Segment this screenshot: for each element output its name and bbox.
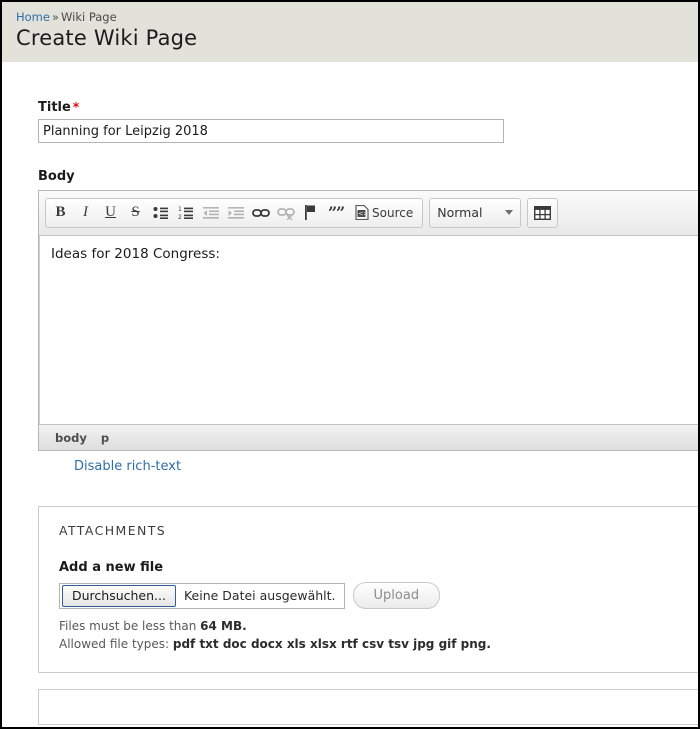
attachments-fieldset: ATTACHMENTS Add a new file Durchsuchen..… — [38, 506, 698, 673]
file-size-help: Files must be less than 64 MB. — [59, 618, 698, 635]
editor-element-path: body p — [39, 424, 698, 450]
italic-button[interactable]: I — [73, 200, 98, 226]
file-types-help-value: pdf txt doc docx xls xlsx rtf csv tsv jp… — [172, 637, 491, 652]
outdent-icon — [202, 206, 219, 219]
paragraph-format-value: Normal — [437, 205, 483, 220]
rich-text-editor: B I U S 1 2 ” <> Source Normal Ideas for… — [38, 190, 698, 451]
chevron-down-icon — [505, 210, 514, 215]
svg-text:1: 1 — [178, 206, 182, 213]
file-input-widget[interactable]: Durchsuchen... Keine Datei ausgewählt. — [59, 582, 345, 609]
italic-icon: I — [83, 204, 88, 220]
blockquote-button[interactable]: ” ” — [323, 200, 348, 226]
table-button[interactable] — [530, 200, 555, 226]
wiki-page-form: Title* Body B I U S — [2, 100, 698, 725]
file-size-help-prefix: Files must be less than — [59, 619, 201, 633]
title-label: Title * — [38, 100, 698, 115]
editor-caret — [39, 236, 40, 424]
breadcrumb: Home» Wiki Page — [16, 10, 698, 24]
next-fieldset-partial — [38, 688, 698, 725]
required-marker: * — [72, 100, 80, 114]
link-icon — [251, 208, 270, 217]
toolbar-group-table — [527, 197, 559, 228]
outdent-button[interactable] — [198, 200, 223, 226]
editor-paragraph: Ideas for 2018 Congress: — [51, 246, 220, 262]
indent-icon — [227, 206, 244, 219]
underline-icon: U — [105, 204, 116, 220]
title-field-group: Title * — [38, 100, 698, 143]
attachments-legend: ATTACHMENTS — [59, 523, 167, 538]
strikethrough-icon: S — [131, 204, 140, 220]
anchor-button[interactable] — [298, 200, 323, 226]
flag-icon — [304, 205, 315, 220]
element-path-p[interactable]: p — [101, 431, 109, 445]
numbered-list-button[interactable]: 1 2 — [173, 200, 198, 226]
body-label: Body — [38, 169, 75, 184]
editor-content-area[interactable]: Ideas for 2018 Congress: — [39, 236, 698, 424]
paragraph-format-select[interactable]: Normal — [429, 197, 522, 228]
svg-text:2: 2 — [178, 214, 182, 220]
bold-icon: B — [55, 204, 66, 220]
link-button[interactable] — [248, 200, 273, 226]
underline-button[interactable]: U — [98, 200, 123, 226]
bulleted-list-icon — [153, 206, 168, 219]
quote-icon: ” ” — [328, 206, 344, 220]
add-new-file-label: Add a new file — [59, 560, 164, 575]
title-label-text: Title — [38, 100, 71, 115]
file-types-help-prefix: Allowed file types: — [59, 637, 173, 652]
breadcrumb-separator: » — [51, 10, 60, 24]
unlink-icon — [276, 207, 295, 220]
source-button-label: Source — [372, 205, 414, 220]
unlink-button[interactable] — [273, 200, 298, 226]
source-button[interactable]: <> Source — [348, 200, 420, 226]
strikethrough-button[interactable]: S — [123, 200, 148, 226]
table-icon — [534, 205, 552, 220]
browser-viewport: Home»Wiki Page Create Wiki Page Title* B… — [0, 0, 700, 729]
numbered-list-icon: 1 2 — [178, 206, 193, 220]
file-size-help-value: 64 MB. — [200, 619, 247, 633]
upload-button[interactable]: Upload — [352, 582, 441, 609]
breadcrumb-current: Wiki Page — [61, 10, 117, 24]
file-upload-row: Durchsuchen... Keine Datei ausgewählt. U… — [59, 582, 698, 609]
indent-button[interactable] — [223, 200, 248, 226]
element-path-body[interactable]: body — [55, 431, 87, 445]
breadcrumb-link-home[interactable]: Home — [16, 10, 50, 24]
editor-toolbar: B I U S 1 2 ” <> Source Normal — [39, 191, 698, 236]
toolbar-group-basic: B I U S 1 2 ” <> Source — [45, 197, 424, 228]
source-icon: <> — [355, 205, 369, 220]
title-input[interactable] — [38, 119, 504, 143]
browse-button[interactable]: Durchsuchen... — [62, 584, 176, 607]
file-types-help: Allowed file types: pdf txt doc docx xls… — [59, 636, 698, 653]
selected-file-name: Keine Datei ausgewählt. — [183, 588, 336, 603]
page-title: Create Wiki Page — [16, 26, 198, 50]
svg-text:<>: <> — [358, 211, 368, 218]
body-field-group: Body B I U S 1 2 ” <> Source Normal Idea… — [38, 169, 698, 474]
bulleted-list-button[interactable] — [148, 200, 173, 226]
disable-rich-text-link[interactable]: Disable rich-text — [74, 459, 181, 474]
page-header: Home» Wiki Page Create Wiki Page — [2, 2, 698, 62]
svg-text:”: ” — [336, 206, 344, 220]
bold-button[interactable]: B — [48, 200, 73, 226]
